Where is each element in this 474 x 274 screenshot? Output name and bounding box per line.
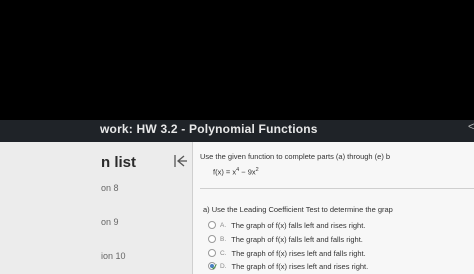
question-list-item[interactable]: ion 10 — [101, 251, 126, 261]
question-instruction: Use the given function to complete parts… — [200, 152, 391, 161]
section-divider — [200, 188, 474, 189]
choice-text: The graph of f(x) falls left and rises r… — [231, 220, 366, 230]
checkmark-icon: ✓ — [211, 262, 219, 272]
choice-text: The graph of f(x) falls left and falls r… — [231, 234, 363, 244]
part-a-prompt: a) Use the Leading Coefficient Test to d… — [203, 205, 393, 214]
choice-letter: D. — [220, 262, 227, 270]
screen: work: HW 3.2 - Polynomial Functions < n … — [0, 0, 474, 274]
question-list-item[interactable]: on 8 — [101, 183, 119, 193]
question-list-panel — [0, 142, 192, 274]
chevron-left-icon[interactable]: < — [468, 121, 474, 133]
question-list-item[interactable]: on 9 — [101, 217, 119, 227]
choice-a[interactable]: A. The graph of f(x) falls left and rise… — [208, 219, 365, 231]
function-middle: − 9x — [239, 167, 256, 177]
choice-d[interactable]: D. The graph of f(x) rises left and rise… — [208, 260, 368, 272]
choice-letter: A. — [220, 221, 227, 229]
radio-button[interactable] — [208, 249, 216, 257]
function-expression: f(x) = x4 − 9x2 — [213, 167, 259, 177]
choice-letter: B. — [220, 235, 227, 243]
radio-button[interactable] — [208, 221, 216, 229]
choice-letter: C. — [220, 249, 227, 257]
choice-text: The graph of f(x) rises left and rises r… — [231, 261, 369, 271]
radio-button[interactable] — [208, 235, 216, 243]
function-prefix: f(x) = x — [213, 167, 237, 177]
choice-b[interactable]: B. The graph of f(x) falls left and fall… — [208, 233, 363, 245]
assignment-title: work: HW 3.2 - Polynomial Functions — [100, 122, 318, 136]
collapse-panel-icon[interactable] — [172, 153, 188, 169]
question-list-title: n list — [101, 154, 137, 171]
choice-text: The graph of f(x) rises left and falls r… — [231, 248, 366, 258]
function-exponent: 2 — [255, 167, 259, 173]
choice-c[interactable]: C. The graph of f(x) rises left and fall… — [208, 247, 366, 259]
